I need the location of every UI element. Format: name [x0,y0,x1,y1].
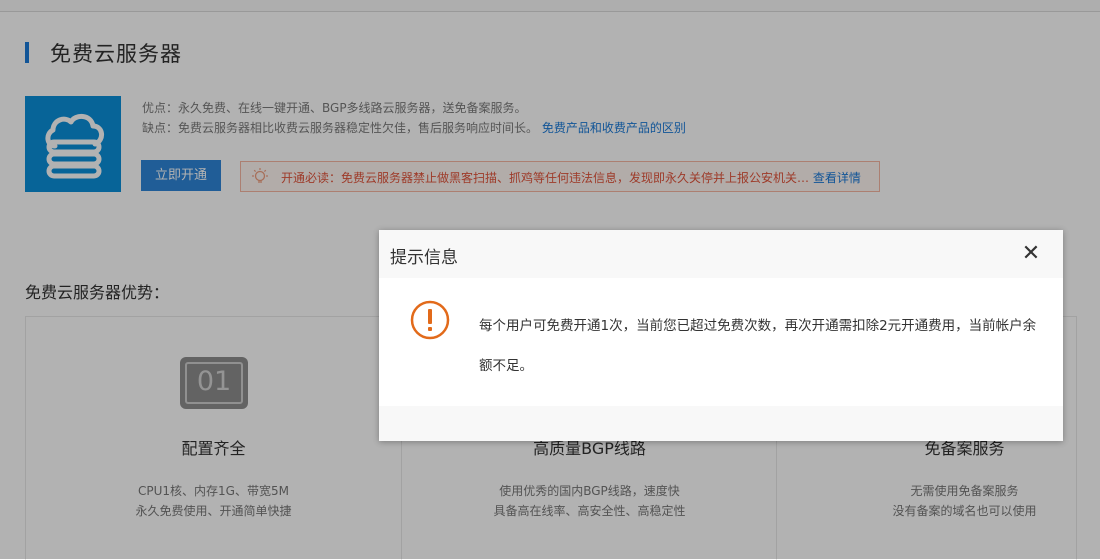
warning-icon [410,300,450,340]
dialog-header: 提示信息 ✕ [379,230,1063,278]
close-icon[interactable]: ✕ [1021,243,1041,265]
dialog-footer [379,406,1063,441]
dialog-title: 提示信息 [390,248,458,268]
dialog-body: 每个用户可免费开通1次，当前您已超过免费次数，再次开通需扣除2元开通费用，当前帐… [379,278,1063,406]
info-dialog: 提示信息 ✕ 每个用户可免费开通1次，当前您已超过免费次数，再次开通需扣除2元开… [379,230,1063,441]
dialog-message: 每个用户可免费开通1次，当前您已超过免费次数，再次开通需扣除2元开通费用，当前帐… [479,318,1037,374]
